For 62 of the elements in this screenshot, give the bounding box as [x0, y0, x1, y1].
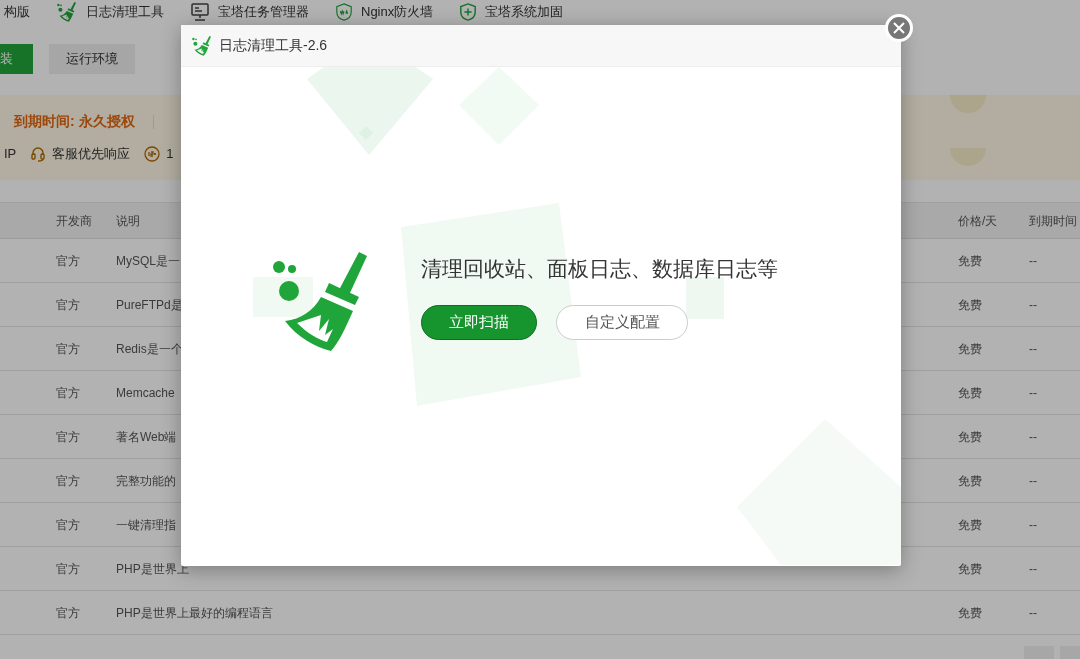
badge-icon — [144, 146, 161, 162]
table-cell-text: -- — [1029, 428, 1038, 446]
table-cell-text: -- — [1029, 560, 1038, 578]
table-cell-text: 官方 — [56, 340, 81, 358]
nav-link[interactable]: 构版 — [4, 2, 30, 22]
shield-badge-icon — [335, 3, 353, 21]
perk-text: 客服优先响应 — [52, 145, 131, 164]
table-cell-text: 完整功能的 — [116, 472, 176, 490]
table-cell-text: -- — [1029, 252, 1038, 270]
table-cell-text: 免费 — [958, 252, 983, 270]
perk-text: IP — [4, 145, 17, 164]
table-cell-text: 官方 — [56, 472, 81, 490]
table-cell-text: 免费 — [958, 296, 983, 314]
table-cell-text: 一键清理指 — [116, 516, 176, 534]
column-header: 价格/天 — [958, 212, 999, 230]
table-cell-text: 免费 — [958, 428, 983, 446]
config-button[interactable]: 自定义配置 — [556, 304, 688, 340]
table-cell-text: Memcache — [116, 384, 175, 402]
notch-decor — [950, 95, 986, 113]
table-cell-text: 官方 — [56, 296, 81, 314]
table-cell-text: 官方 — [56, 516, 81, 534]
nav-link[interactable]: 宝塔任务管理器 — [218, 2, 309, 22]
nav-link[interactable]: 日志清理工具 — [86, 2, 164, 22]
monitor-icon — [190, 2, 210, 22]
close-button[interactable] — [885, 14, 913, 42]
dialog-title: 日志清理工具-2.6 — [219, 36, 328, 55]
column-header: 开发商 — [56, 212, 93, 230]
column-header: 到期时间 — [1029, 212, 1078, 230]
perk-text: 1 — [166, 145, 174, 164]
shield-plus-icon — [459, 3, 478, 21]
broom-icon — [56, 1, 78, 23]
headset-icon — [30, 146, 47, 162]
table-cell-text: 免费 — [958, 472, 983, 490]
table-cell-text: 官方 — [56, 384, 81, 402]
table-cell-text: -- — [1029, 472, 1038, 490]
table-cell-text: -- — [1029, 516, 1038, 534]
table-cell-text: 官方 — [56, 252, 81, 270]
table-cell-text: PureFTPd是 — [116, 296, 183, 314]
close-icon — [893, 22, 905, 34]
table-cell-text: 免费 — [958, 516, 983, 534]
table-cell-text: PHP是世界上最好的编程语言 — [116, 604, 273, 622]
table-cell-text: -- — [1029, 340, 1038, 358]
broom-icon — [191, 34, 213, 57]
table-cell-text: Redis是一个 — [116, 340, 183, 358]
dialog-message: 清理回收站、面板日志、数据库日志等 — [421, 256, 778, 282]
tab-button[interactable]: 运行环境 — [49, 44, 135, 74]
nav-link[interactable]: 宝塔系统加固 — [485, 2, 564, 22]
column-header: 说明 — [116, 212, 141, 230]
expiry-text: 到期时间: 永久授权 — [14, 112, 135, 132]
table-cell-text: 免费 — [958, 560, 983, 578]
table-cell-text: 官方 — [56, 428, 81, 446]
table-cell-text: 官方 — [56, 604, 81, 622]
table-cell-text: -- — [1029, 604, 1038, 622]
table-cell-text: 著名Web端 — [116, 428, 177, 446]
table-cell-text: -- — [1029, 384, 1038, 402]
table-cell-text: MySQL是一 — [116, 252, 180, 270]
table-cell-text: 免费 — [958, 604, 983, 622]
table-cell-text: 官方 — [56, 560, 81, 578]
table-cell-text: 免费 — [958, 384, 983, 402]
table-cell-text: 免费 — [958, 340, 983, 358]
nav-link[interactable]: Nginx防火墙 — [361, 2, 434, 22]
table-cell-text: -- — [1029, 296, 1038, 314]
